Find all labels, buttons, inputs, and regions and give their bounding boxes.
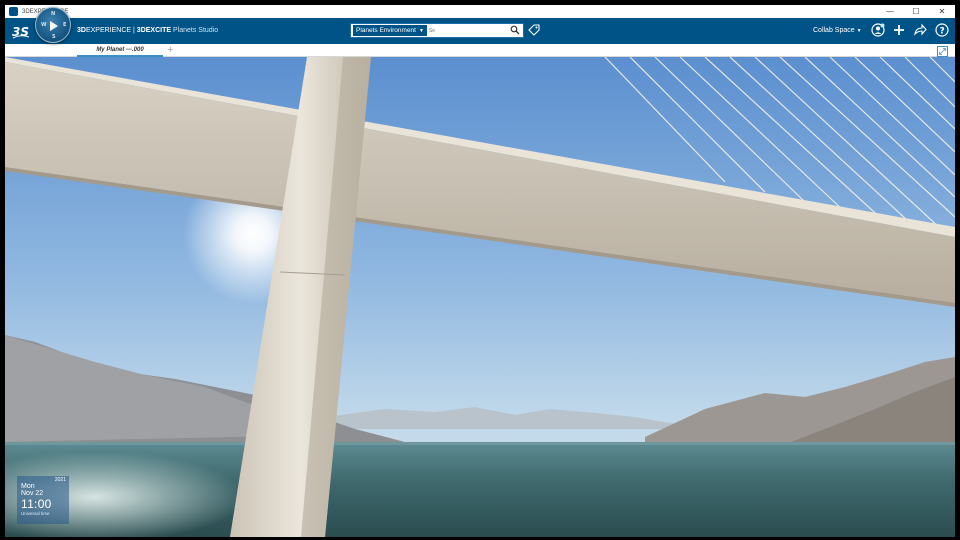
chevron-down-icon: ▼ bbox=[418, 27, 424, 34]
search-scope-dropdown[interactable]: Planets Environment ▼ bbox=[353, 25, 427, 36]
clock-date: Nov 22 bbox=[21, 490, 44, 497]
app-icon bbox=[9, 7, 18, 16]
ds-logo-icon[interactable]: 3S bbox=[11, 22, 31, 40]
compass-icon[interactable]: N W E S bbox=[35, 7, 71, 43]
user-icon[interactable] bbox=[871, 23, 885, 37]
share-icon[interactable] bbox=[913, 23, 927, 37]
svg-text:?: ? bbox=[940, 27, 945, 37]
search-input[interactable] bbox=[428, 27, 489, 34]
clock-year: 2021 bbox=[54, 477, 66, 483]
clock-timezone: Universal time bbox=[21, 511, 50, 516]
app-window: 3DEXPERIENCE — ☐ ✕ 3S 3DEXPERIENCE | 3DE… bbox=[5, 5, 955, 537]
tab-bar: My Planet ---.000 + bbox=[5, 44, 955, 57]
brand-app-bold: 3DEXCITE bbox=[136, 27, 172, 34]
close-button[interactable]: ✕ bbox=[929, 5, 955, 18]
clock-time: 11:00 bbox=[21, 497, 52, 511]
datetime-widget[interactable]: 2021 Mon Nov 22 11:00 Universal time bbox=[17, 476, 69, 524]
chevron-down-icon: ▼ bbox=[856, 28, 862, 34]
collab-space-label: Collab Space bbox=[813, 27, 855, 34]
3d-viewport[interactable]: 2021 Mon Nov 22 11:00 Universal time bbox=[5, 57, 955, 537]
maximize-button[interactable]: ☐ bbox=[903, 5, 929, 18]
minimize-button[interactable]: — bbox=[877, 5, 903, 18]
help-icon[interactable]: ? bbox=[935, 23, 949, 37]
brand-rest: EXPERIENCE | bbox=[85, 27, 137, 34]
expand-icon[interactable] bbox=[937, 46, 948, 57]
play-icon[interactable] bbox=[50, 21, 58, 31]
search-icon[interactable] bbox=[510, 25, 520, 35]
tab-label: My Planet ---.000 bbox=[96, 46, 144, 53]
collab-space-dropdown[interactable]: Collab Space ▼ bbox=[813, 27, 862, 34]
brand-app: Planets Studio bbox=[171, 27, 219, 34]
brand-title: 3DEXPERIENCE | 3DEXCITE Planets Studio bbox=[77, 27, 218, 34]
clock-day: Mon bbox=[21, 483, 35, 490]
search-bar[interactable]: Planets Environment ▼ bbox=[350, 23, 524, 38]
tag-icon[interactable] bbox=[528, 24, 540, 36]
scene-render bbox=[5, 57, 955, 537]
tab-my-planet[interactable]: My Planet ---.000 bbox=[77, 44, 163, 57]
window-titlebar: 3DEXPERIENCE — ☐ ✕ bbox=[5, 5, 955, 18]
add-tab-button[interactable]: + bbox=[167, 45, 174, 54]
brand-bold: 3D bbox=[77, 27, 86, 34]
search-scope-label: Planets Environment bbox=[356, 27, 416, 34]
plus-icon[interactable] bbox=[892, 23, 906, 37]
top-bar: 3S 3DEXPERIENCE | 3DEXCITE Planets Studi… bbox=[5, 18, 955, 44]
